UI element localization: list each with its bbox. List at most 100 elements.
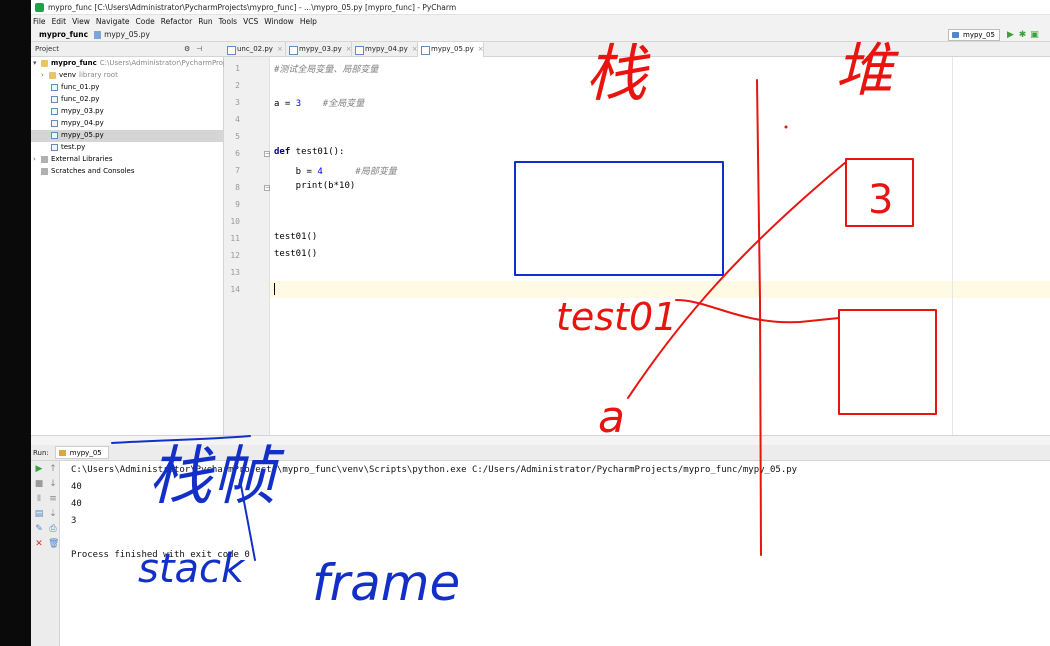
chevron-down-icon[interactable]: ▾ [33, 58, 41, 70]
chevron-right-icon[interactable]: › [33, 154, 41, 166]
hide-panel-icon[interactable]: ⊣ [196, 45, 202, 53]
line-number: 4 [235, 115, 240, 124]
code-number: 3 [295, 99, 302, 109]
tree-item-external-libraries[interactable]: › External Libraries [31, 154, 224, 166]
line-number: 11 [230, 234, 240, 243]
menu-file[interactable]: File [33, 17, 46, 26]
close-icon[interactable]: ✕ [34, 539, 44, 549]
debug-icon[interactable]: ✱ [1017, 29, 1028, 41]
run-configuration-select[interactable]: mypy_05 ⌄ [948, 29, 1000, 41]
tree-item-scratches[interactable]: Scratches and Consoles [31, 166, 224, 178]
navigation-bar: mypro_func mypy_05.py [31, 28, 1050, 42]
close-icon[interactable]: × [478, 45, 484, 53]
line-number: 14 [230, 285, 240, 294]
breadcrumb-project[interactable]: mypro_func [39, 30, 88, 39]
code-text: test01(): [290, 147, 345, 157]
pin-icon[interactable]: ✎ [34, 524, 44, 534]
menu-window[interactable]: Window [264, 17, 294, 26]
menu-edit[interactable]: Edit [52, 17, 67, 26]
run-panel-header: Run: mypy_05 [31, 445, 1050, 461]
gear-icon[interactable]: ⚙ [184, 45, 190, 53]
menu-refactor[interactable]: Refactor [161, 17, 192, 26]
line-number: 13 [230, 268, 240, 277]
line-number: 3 [235, 98, 240, 107]
code-line-8: print(b*10) [274, 181, 356, 191]
code-line-12: test01() [274, 249, 318, 259]
tree-item-file[interactable]: mypy_04.py [31, 118, 224, 130]
run-icon[interactable]: ▶ [1005, 29, 1016, 41]
code-line-3: a = 3 #全局变量 [274, 96, 364, 109]
menu-navigate[interactable]: Navigate [96, 17, 130, 26]
tab-label: mypy_03.py [299, 45, 342, 53]
window-title: mypro_func [C:\Users\Administrator\Pycha… [48, 2, 457, 12]
code-editor[interactable]: #测试全局变量、局部变量 a = 3 #全局变量 def test01(): b… [270, 57, 1050, 435]
tree-item-venv[interactable]: › venv library root [31, 70, 224, 82]
menu-run[interactable]: Run [198, 17, 212, 26]
rerun-icon[interactable]: ▶ [34, 464, 44, 474]
line-number: 8 [235, 183, 240, 192]
trash-icon[interactable]: 🗑 [48, 539, 59, 549]
tree-item-file-selected[interactable]: mypy_05.py [31, 130, 224, 142]
tree-item-file[interactable]: func_01.py [31, 82, 224, 94]
tab-func-02[interactable]: unc_02.py × [224, 42, 286, 57]
tree-item-file[interactable]: mypy_03.py [31, 106, 224, 118]
code-text: a = [274, 99, 296, 109]
coverage-icon[interactable]: ▣ [1029, 29, 1040, 41]
close-icon[interactable]: × [346, 45, 352, 53]
scroll-to-end-icon[interactable]: ⇣ [48, 509, 58, 519]
pause-icon[interactable]: Ⅱ [34, 494, 44, 504]
close-icon[interactable]: × [277, 45, 283, 53]
code-line-7: b = 4 #局部变量 [274, 164, 397, 177]
scratches-icon [41, 167, 48, 175]
menu-code[interactable]: Code [136, 17, 155, 26]
tab-label: mypy_05.py [431, 45, 474, 53]
tab-label: unc_02.py [237, 45, 273, 53]
arrow-up-icon[interactable]: ↑ [48, 464, 58, 474]
tree-root[interactable]: ▾ mypro_func C:\Users\Administrator\Pychar… [31, 58, 236, 70]
tree-item-file[interactable]: test.py [31, 142, 224, 154]
tree-item-file[interactable]: func_02.py [31, 94, 224, 106]
tab-mypy-03[interactable]: mypy_03.py × [286, 42, 352, 57]
run-tab-mypy-05[interactable]: mypy_05 [54, 446, 109, 459]
print-icon[interactable]: ⎙ [48, 524, 58, 534]
run-console[interactable]: C:\Users\Administrator\PycharmProjects\m… [60, 461, 1050, 646]
python-file-icon [51, 131, 58, 139]
tree-item-label: Scratches and Consoles [51, 167, 135, 175]
line-number: 12 [230, 251, 240, 260]
pycharm-app-icon [35, 2, 44, 12]
tree-item-label: test.py [61, 143, 86, 151]
code-line-1: #测试全局变量、局部变量 [274, 65, 379, 75]
menu-view[interactable]: View [72, 17, 90, 26]
panel-splitter[interactable] [31, 435, 1050, 445]
menu-vcs[interactable]: VCS [243, 17, 258, 26]
tree-item-hint: library root [79, 71, 118, 79]
folder-icon [49, 71, 56, 79]
library-icon [41, 155, 48, 163]
run-panel-label: Run: [33, 448, 49, 457]
soft-wrap-icon[interactable]: ≡ [48, 494, 58, 504]
code-line-6: def test01(): [274, 147, 344, 157]
tab-mypy-04[interactable]: mypy_04.py × [352, 42, 418, 57]
stop-icon[interactable]: ■ [34, 479, 44, 489]
tree-item-label: mypy_04.py [61, 119, 104, 127]
python-file-icon [51, 143, 58, 151]
tree-item-label: mypy_03.py [61, 107, 104, 115]
menu-tools[interactable]: Tools [219, 17, 237, 26]
tab-label: mypy_04.py [365, 45, 408, 53]
line-number: 9 [235, 200, 240, 209]
close-icon[interactable]: × [412, 45, 418, 53]
layout-icon[interactable]: ▤ [34, 509, 44, 519]
tree-root-path: C:\Users\Administrator\PycharmProject [99, 59, 236, 67]
tree-item-label: func_01.py [61, 83, 100, 91]
project-panel-title[interactable]: Project [35, 45, 59, 53]
chevron-right-icon[interactable]: › [41, 70, 49, 82]
python-file-icon [51, 83, 58, 91]
console-line: Process finished with exit code 0 [71, 550, 250, 560]
arrow-down-icon[interactable]: ↓ [48, 479, 58, 489]
console-line: 40 [71, 499, 82, 509]
code-text: b = [274, 167, 318, 177]
tab-mypy-05[interactable]: mypy_05.py × [418, 42, 484, 57]
menu-help[interactable]: Help [300, 17, 317, 26]
editor-tab-bar: unc_02.py × mypy_03.py × mypy_04.py × mypy_… [224, 42, 1050, 57]
breadcrumb-file[interactable]: mypy_05.py [104, 30, 150, 39]
